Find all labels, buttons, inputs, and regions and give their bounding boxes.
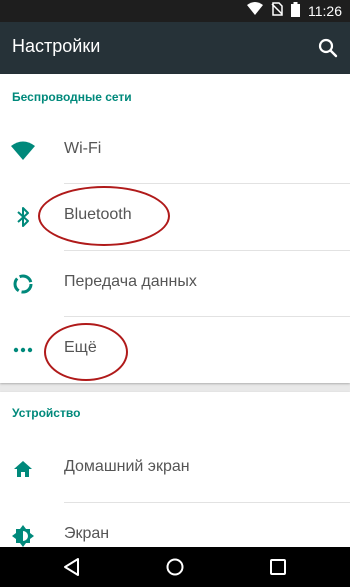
more-icon <box>10 337 36 363</box>
search-icon <box>318 38 338 58</box>
settings-item-wifi[interactable]: Wi-Fi <box>0 118 350 184</box>
recents-button[interactable] <box>268 557 288 577</box>
app-bar: Настройки <box>0 22 350 74</box>
wifi-icon <box>10 138 36 164</box>
data-usage-icon <box>10 271 36 297</box>
section-header-wireless: Беспроводные сети <box>12 90 132 104</box>
home-circle-icon <box>166 558 184 576</box>
status-bar: 11:26 <box>0 0 350 22</box>
battery-icon <box>291 1 300 21</box>
recents-icon <box>270 559 286 575</box>
settings-item-label: Wi-Fi <box>64 140 102 157</box>
section-header-device: Устройство <box>12 406 81 420</box>
back-button[interactable] <box>62 557 82 577</box>
settings-item-data-usage[interactable]: Передача данных <box>0 251 350 317</box>
search-button[interactable] <box>316 36 340 60</box>
settings-item-label: Домашний экран <box>64 458 190 475</box>
page-title: Настройки <box>12 36 101 56</box>
annotation-circle-bluetooth <box>38 186 170 246</box>
home-button[interactable] <box>165 557 185 577</box>
home-icon <box>10 456 36 482</box>
device-section: Устройство Домашний экран Экран <box>0 392 350 552</box>
navigation-bar <box>0 547 350 587</box>
back-icon <box>64 558 79 576</box>
annotation-circle-more <box>44 323 128 381</box>
brightness-icon <box>10 523 36 549</box>
wifi-signal-icon <box>247 2 263 20</box>
no-sim-icon <box>271 2 283 20</box>
status-time: 11:26 <box>308 3 342 19</box>
settings-item-label: Передача данных <box>64 273 197 290</box>
settings-item-label: Экран <box>64 525 110 542</box>
settings-item-home-screen[interactable]: Домашний экран <box>0 436 350 502</box>
bluetooth-icon <box>10 204 36 230</box>
